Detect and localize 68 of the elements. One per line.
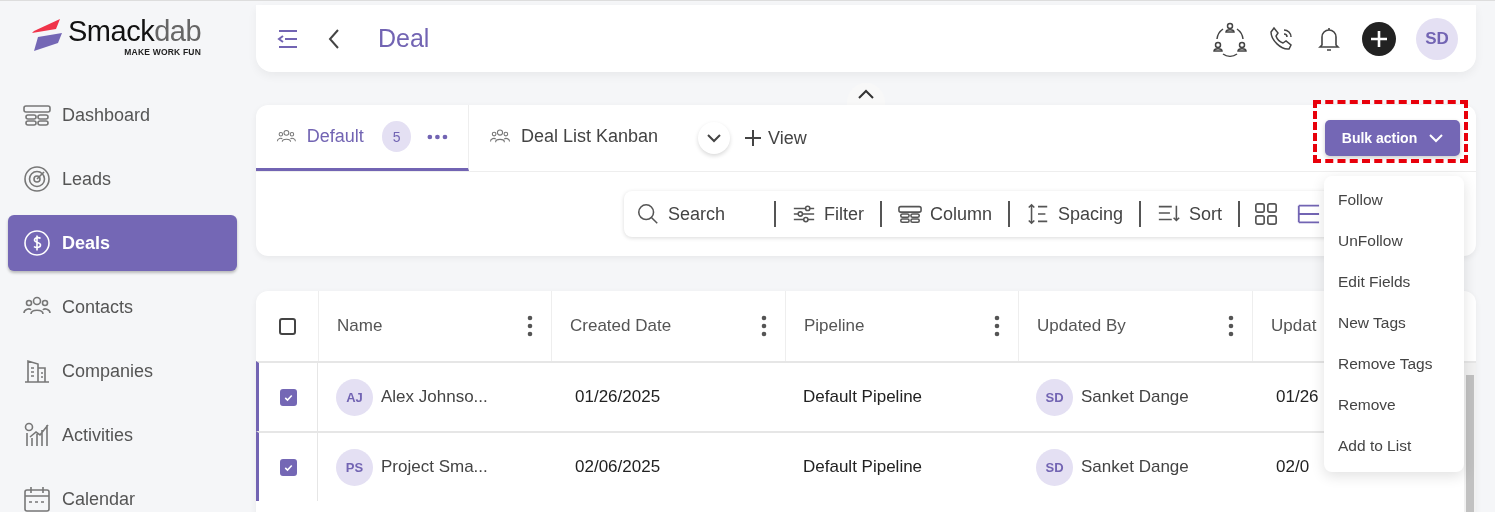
menu-item[interactable]: Add to List	[1324, 425, 1464, 466]
search-icon	[636, 202, 660, 226]
add-view-button[interactable]: View	[744, 127, 807, 149]
sidebar-item[interactable]: Contacts	[8, 279, 237, 335]
column-header: Pipeline	[804, 316, 865, 336]
table-cell[interactable]: Alex Johnso...	[381, 387, 488, 407]
initials-avatar: SD	[1036, 448, 1073, 486]
column-menu-icon[interactable]	[527, 315, 533, 337]
toolbar-button[interactable]: Sort	[1141, 202, 1239, 226]
menu-item[interactable]: New Tags	[1324, 302, 1464, 343]
sidebar-item[interactable]: Calendar	[8, 471, 237, 512]
table-cell: 01/26/2025	[575, 387, 661, 407]
view-tab[interactable]: Deal List Kanban	[469, 105, 679, 171]
table-cell: 02/06/2025	[575, 457, 661, 477]
user-avatar[interactable]: SD	[1416, 17, 1458, 60]
more-views-button[interactable]	[698, 122, 731, 154]
table-cell: 01/26	[1276, 387, 1319, 407]
menu-item[interactable]: Edit Fields	[1324, 261, 1464, 302]
sidebar-item[interactable]: Deals	[8, 215, 237, 271]
column-menu-icon[interactable]	[761, 315, 767, 337]
column-header: Name	[337, 316, 383, 336]
checkbox[interactable]	[279, 458, 297, 476]
add-icon[interactable]	[1362, 21, 1396, 56]
initials-avatar: SD	[1036, 378, 1073, 416]
toolbar-button[interactable]: Filter	[776, 202, 880, 226]
table-cell[interactable]: Project Sma...	[381, 457, 488, 477]
initials-avatar: AJ	[336, 378, 373, 416]
scrollbar[interactable]	[1464, 363, 1476, 512]
sidebar-item[interactable]: Activities	[8, 407, 237, 463]
menu-item[interactable]: Follow	[1324, 179, 1464, 220]
menu-item[interactable]: Remove Tags	[1324, 343, 1464, 384]
sidebar-item[interactable]: Dashboard	[8, 87, 237, 143]
grid-view-icon[interactable]	[1254, 202, 1279, 226]
table-cell: Default Pipeline	[803, 387, 923, 407]
page-title: Deal	[378, 24, 430, 53]
toolbar-button[interactable]: Column	[882, 202, 1009, 226]
plus-icon	[744, 129, 763, 147]
checkbox[interactable]	[279, 388, 297, 406]
table-cell: 02/0	[1276, 457, 1310, 477]
table-cell: Default Pipeline	[803, 457, 923, 477]
initials-avatar: PS	[336, 448, 373, 486]
dollar-icon	[22, 228, 52, 258]
menu-item[interactable]: UnFollow	[1324, 220, 1464, 261]
menu-item[interactable]: Remove	[1324, 384, 1464, 425]
table-cell: Sanket Dange	[1081, 387, 1189, 407]
chevron-up-icon	[857, 88, 875, 100]
column-header: Created Date	[570, 316, 672, 336]
view-tab[interactable]: Default 5	[256, 105, 469, 171]
checkbox[interactable]	[278, 317, 296, 335]
more-icon[interactable]	[427, 133, 448, 140]
search-button[interactable]: Search	[636, 202, 774, 226]
sidebar-item[interactable]: Leads	[8, 151, 237, 207]
column-menu-icon[interactable]	[994, 315, 1000, 337]
bulk-action-button[interactable]: Bulk action	[1325, 120, 1460, 156]
target-icon	[22, 164, 52, 194]
toolbar-button[interactable]: Spacing	[1010, 202, 1140, 226]
column-header: Updat	[1271, 316, 1317, 336]
table-cell: Sanket Dange	[1081, 457, 1189, 477]
column-header: Updated By	[1037, 316, 1126, 336]
column-menu-icon[interactable]	[1228, 315, 1234, 337]
logo-tagline: MAKE WORK FUN	[124, 47, 202, 57]
list-view-icon[interactable]	[1296, 202, 1321, 226]
chevron-down-icon	[1429, 133, 1444, 143]
sidebar-item[interactable]: Companies	[8, 343, 237, 399]
calendar-icon	[22, 484, 52, 512]
team-icon[interactable]	[1212, 20, 1248, 57]
chevron-down-icon	[706, 133, 723, 143]
logo-text: Smackdab	[68, 15, 202, 47]
